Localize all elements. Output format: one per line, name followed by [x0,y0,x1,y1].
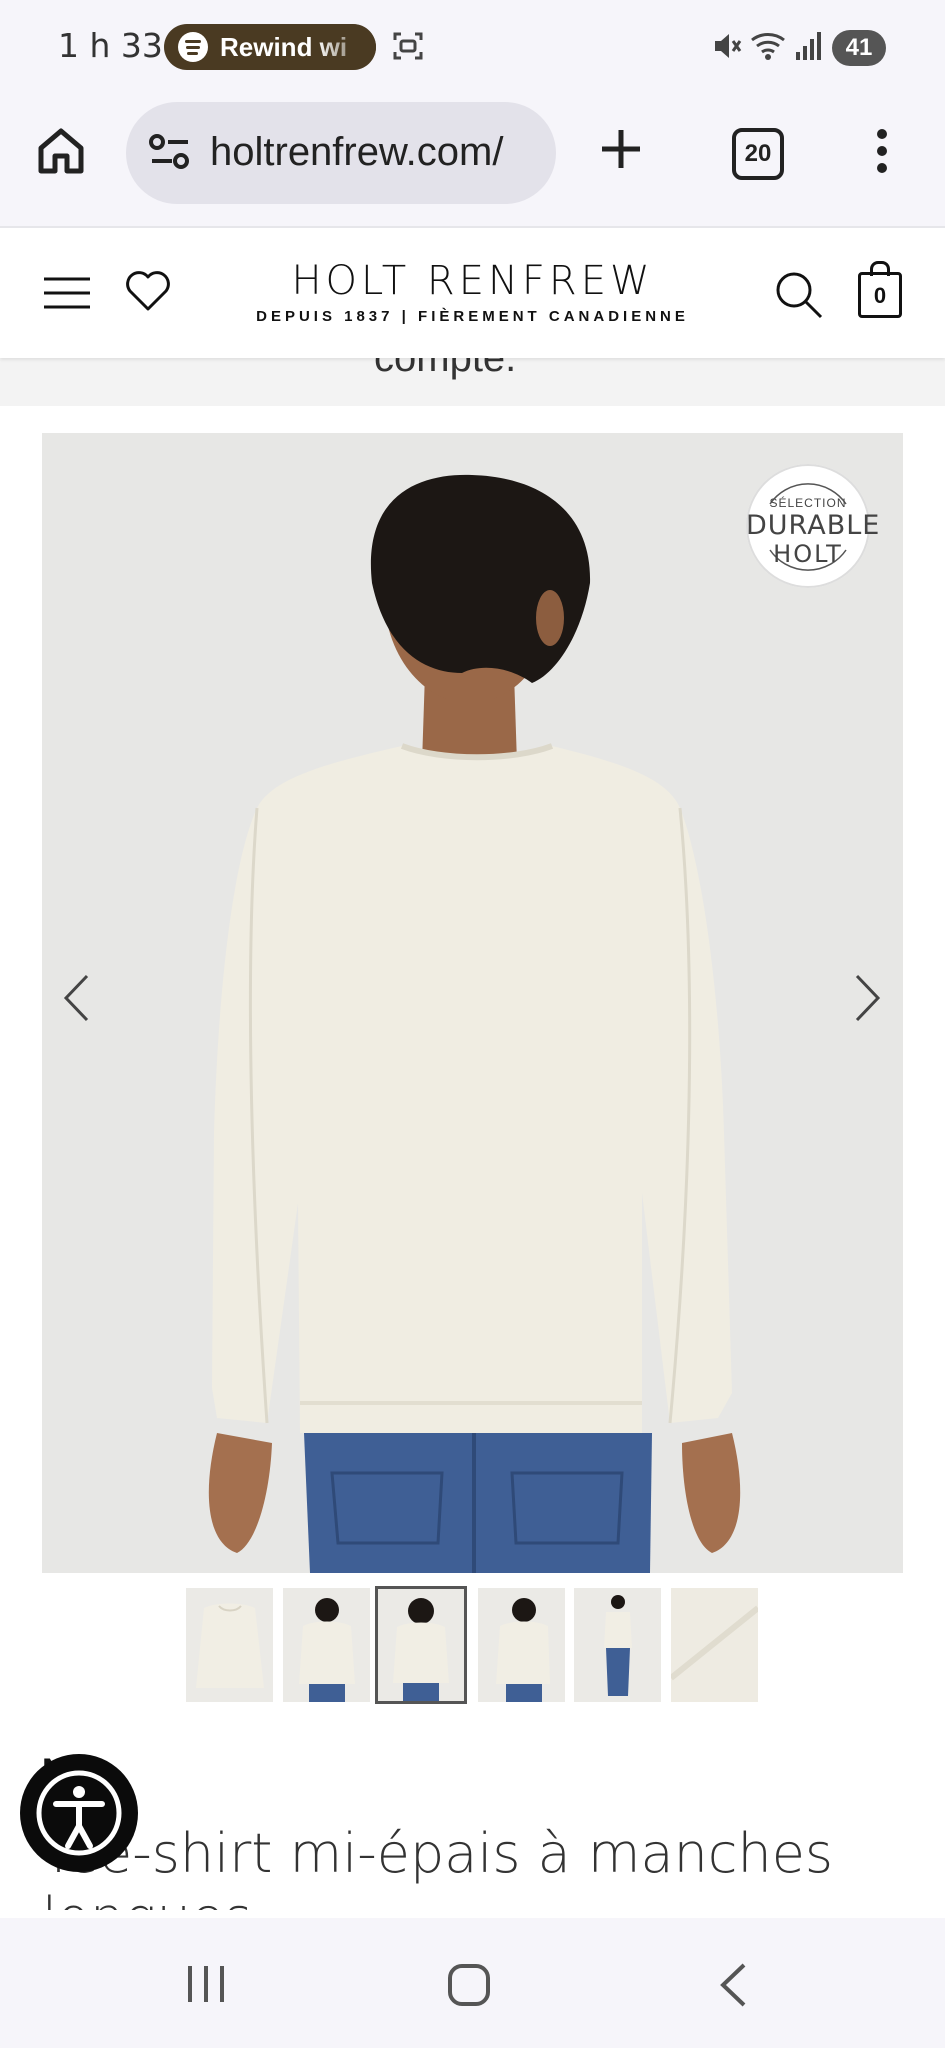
spotify-icon [178,32,208,62]
browser-toolbar: holtrenfrew.com/ 20 [0,96,945,228]
thumbnail-4[interactable] [478,1588,565,1702]
model-back-photo [42,433,903,1573]
accessibility-icon [36,1770,122,1856]
badge-line-1: SÉLECTION [769,496,847,510]
accessibility-button[interactable] [20,1754,138,1872]
shopping-bag-button[interactable]: 0 [858,261,902,318]
previous-image-arrow-icon[interactable] [62,973,92,1023]
search-icon[interactable] [774,270,824,320]
media-notification-pill[interactable]: Rewind wi [164,24,376,70]
thumbnail-6[interactable] [671,1588,758,1702]
signal-icon [796,32,821,60]
home-nav-icon[interactable] [446,1962,492,2008]
new-tab-icon[interactable] [598,126,644,172]
tab-switcher-button[interactable]: 20 [732,128,784,180]
thumbnail-3-selected[interactable] [375,1586,467,1704]
screenshot-icon [393,32,423,60]
wifi-icon [751,33,785,60]
badge-line-2: DURABLE [746,510,881,541]
recent-apps-icon[interactable] [184,1962,228,2006]
site-header: HOLT RENFREW DEPUIS 1837 | FIÈREMENT CAN… [0,228,945,358]
next-image-arrow-icon[interactable] [852,973,882,1023]
badge-line-3: HOLT [773,540,843,568]
account-banner: compte. [0,358,945,406]
status-bar: 1 h 33 Rewind wi 41 [0,0,945,96]
thumbnail-5[interactable] [574,1588,661,1702]
mute-icon [715,34,742,58]
home-icon[interactable] [36,126,86,176]
product-main-image[interactable] [42,433,903,1573]
account-banner-text: compte. [374,358,517,380]
durable-selection-badge: SÉLECTION DURABLE HOLT [746,464,881,588]
thumbnail-2[interactable] [283,1588,370,1702]
thumbnail-1[interactable] [186,1588,273,1702]
battery-indicator: 41 [832,30,886,66]
system-navigation-bar [0,1918,945,2048]
site-settings-icon[interactable] [148,132,192,172]
status-time: 1 h 33 [58,26,163,65]
back-nav-icon[interactable] [718,1962,748,2008]
url-text: holtrenfrew.com/ [210,130,504,174]
product-title: Tee-shirt mi-épais à manches longues [42,1822,834,1910]
address-bar[interactable]: holtrenfrew.com/ [126,102,556,204]
thumbnail-strip [0,1586,945,1706]
overflow-menu-icon[interactable] [870,126,894,176]
